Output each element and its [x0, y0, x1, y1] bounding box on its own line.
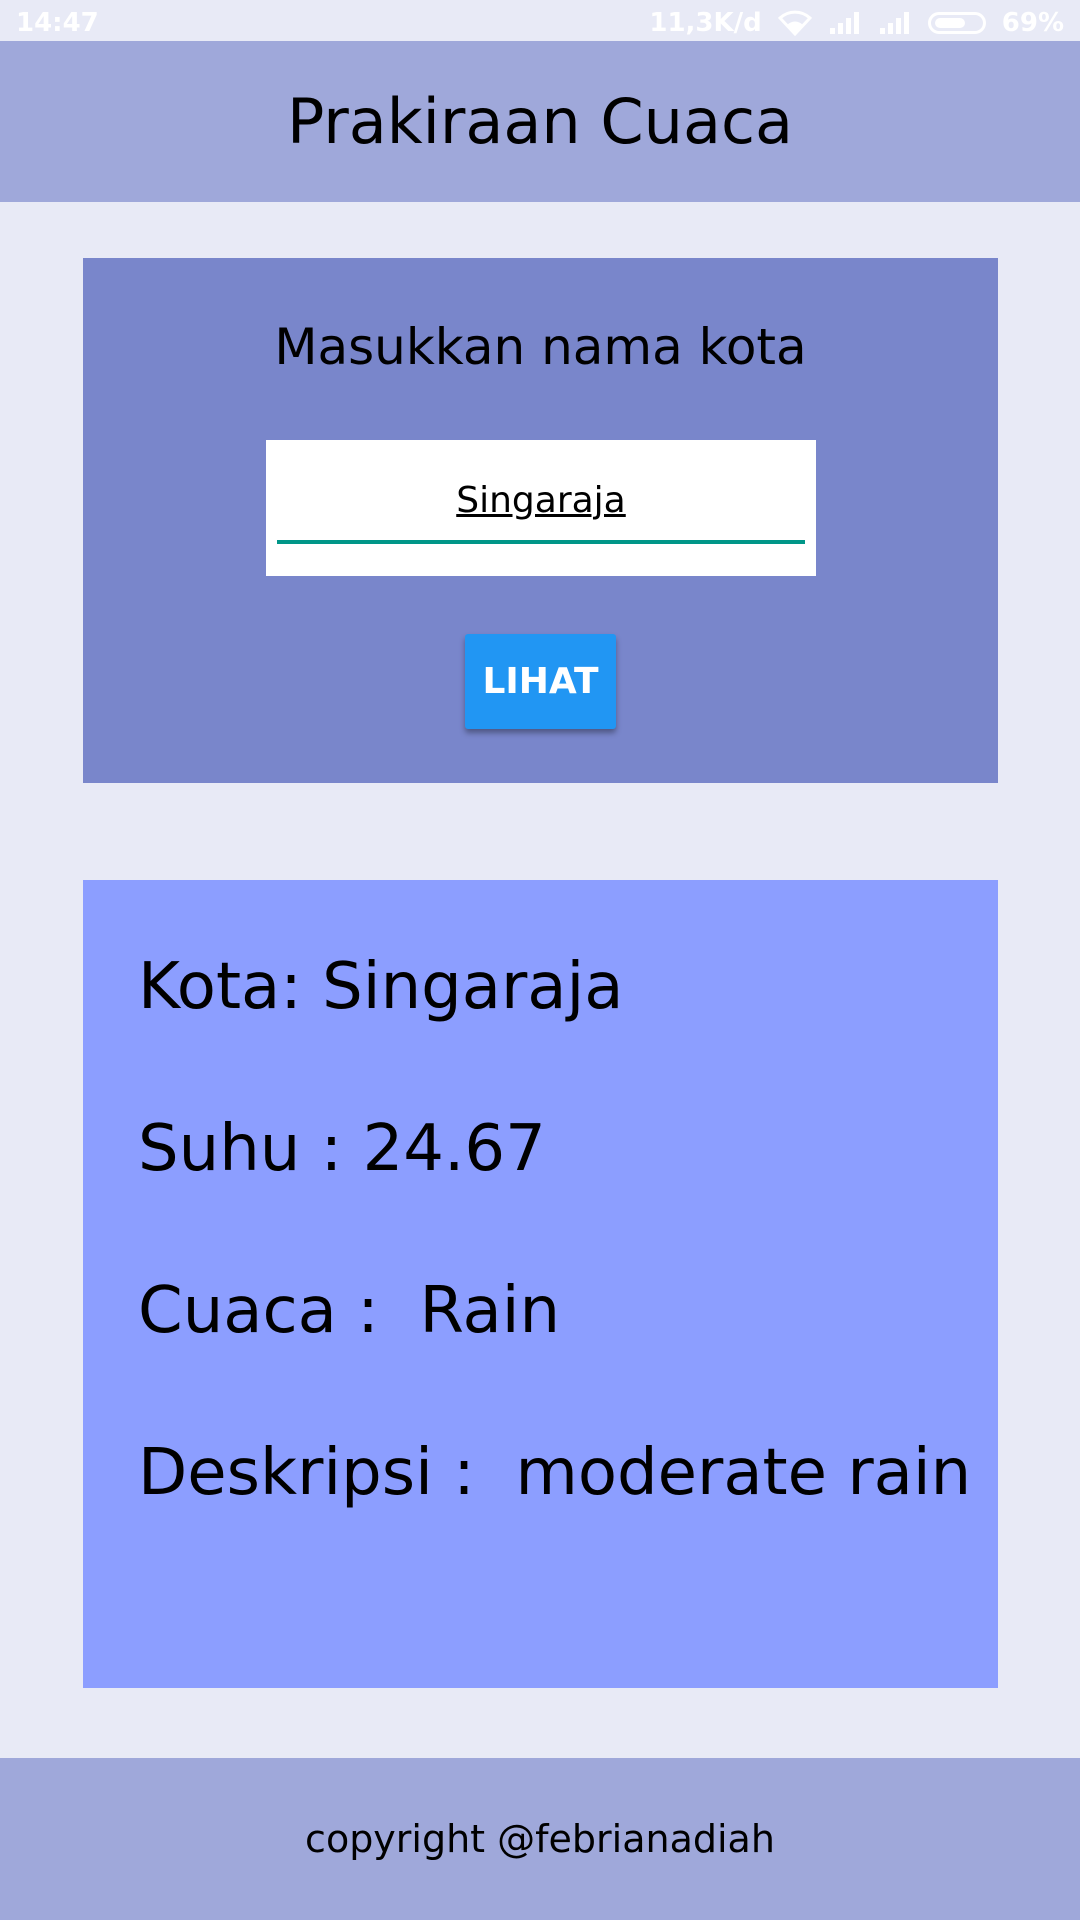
weather-result-card: Kota: Singaraja Suhu : 24.67 Cuaca : Rai… — [83, 880, 998, 1688]
signal-icon — [879, 12, 909, 34]
city-input[interactable] — [277, 460, 805, 544]
result-weather: Cuaca : Rain — [138, 1274, 561, 1348]
footer: copyright @febrianadiah — [0, 1758, 1080, 1920]
wifi-icon — [777, 10, 812, 36]
result-description: Deskripsi : moderate rain — [138, 1436, 972, 1510]
copyright-text: copyright @febrianadiah — [305, 1817, 775, 1861]
status-icons: 11,3K/d 69% — [649, 8, 1064, 38]
search-card: Masukkan nama kota LIHAT — [83, 258, 998, 783]
page-title: Prakiraan Cuaca — [286, 85, 794, 158]
battery-icon — [927, 12, 986, 34]
city-input-container — [266, 440, 816, 576]
network-speed: 11,3K/d — [649, 8, 762, 38]
signal-icon — [829, 12, 859, 34]
status-bar: 14:47 11,3K/d 69% — [0, 0, 1080, 41]
app-bar: Prakiraan Cuaca — [0, 41, 1080, 202]
battery-level — [934, 18, 965, 28]
lihat-button[interactable]: LIHAT — [465, 634, 616, 729]
city-input-label: Masukkan nama kota — [274, 318, 807, 376]
battery-percent: 69% — [1001, 8, 1064, 38]
result-city: Kota: Singaraja — [138, 950, 624, 1024]
result-temperature: Suhu : 24.67 — [138, 1112, 546, 1186]
status-time: 14:47 — [16, 8, 99, 38]
